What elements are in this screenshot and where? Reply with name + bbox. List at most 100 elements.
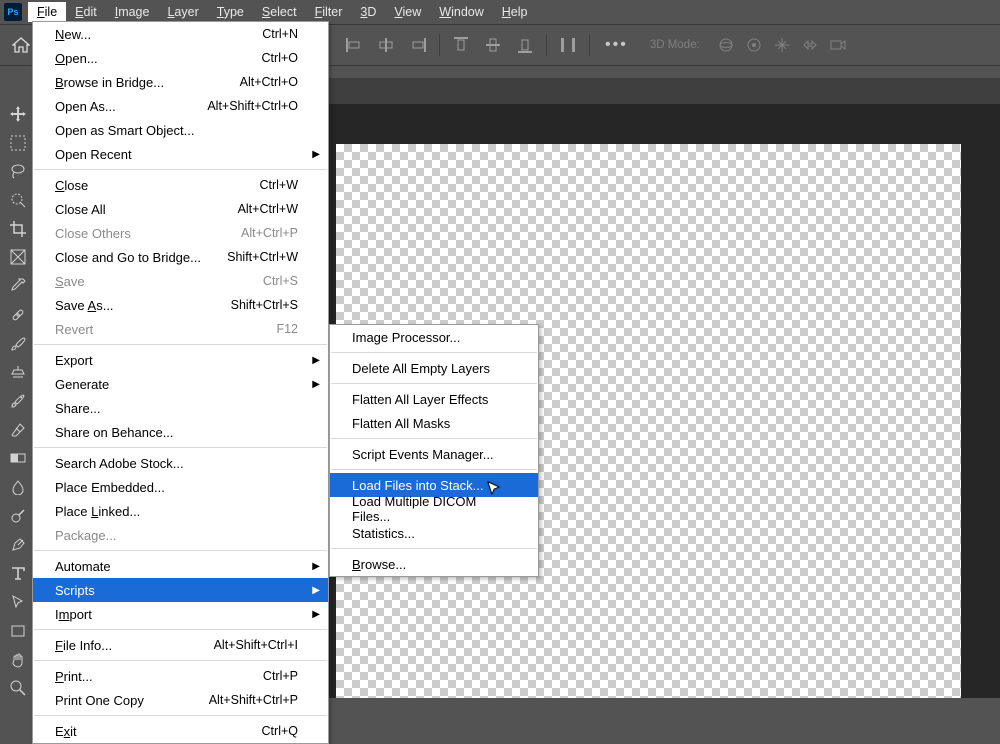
lasso-tool[interactable] bbox=[7, 161, 29, 181]
file-menu-save-as[interactable]: Save As...Shift+Ctrl+S bbox=[33, 293, 328, 317]
file-menu-scripts[interactable]: Scripts▶ bbox=[33, 578, 328, 602]
menu-item-label: Image Processor... bbox=[352, 330, 508, 345]
menu-shortcut: Ctrl+Q bbox=[262, 724, 298, 738]
file-menu-close[interactable]: CloseCtrl+W bbox=[33, 173, 328, 197]
submenu-arrow-icon: ▶ bbox=[312, 561, 320, 572]
file-menu-print-one-copy[interactable]: Print One CopyAlt+Shift+Ctrl+P bbox=[33, 688, 328, 712]
menu-item-label: Share... bbox=[55, 401, 298, 416]
file-menu-exit[interactable]: ExitCtrl+Q bbox=[33, 719, 328, 743]
file-menu-place-embedded[interactable]: Place Embedded... bbox=[33, 475, 328, 499]
file-menu-share-on-behance[interactable]: Share on Behance... bbox=[33, 420, 328, 444]
type-tool[interactable] bbox=[7, 564, 29, 584]
file-menu-place-linked[interactable]: Place Linked... bbox=[33, 499, 328, 523]
menubar-select[interactable]: Select bbox=[253, 2, 306, 22]
file-menu-open-as-smart-object[interactable]: Open as Smart Object... bbox=[33, 118, 328, 142]
file-menu-automate[interactable]: Automate▶ bbox=[33, 554, 328, 578]
file-menu-close-and-go-to-bridge[interactable]: Close and Go to Bridge...Shift+Ctrl+W bbox=[33, 245, 328, 269]
file-menu-close-all[interactable]: Close AllAlt+Ctrl+W bbox=[33, 197, 328, 221]
file-menu-export[interactable]: Export▶ bbox=[33, 348, 328, 372]
file-menu-file-info[interactable]: File Info...Alt+Shift+Ctrl+I bbox=[33, 633, 328, 657]
scripts-menu-load-multiple-dicom-files[interactable]: Load Multiple DICOM Files... bbox=[330, 497, 538, 521]
menu-shortcut: Ctrl+W bbox=[259, 178, 298, 192]
history-brush-tool[interactable] bbox=[7, 391, 29, 411]
orbit-icon[interactable] bbox=[714, 33, 738, 57]
submenu-arrow-icon: ▶ bbox=[312, 585, 320, 596]
submenu-arrow-icon: ▶ bbox=[312, 149, 320, 160]
menu-item-label: Package... bbox=[55, 528, 298, 543]
path-select-tool[interactable] bbox=[7, 592, 29, 612]
menu-separator bbox=[331, 548, 537, 549]
home-icon[interactable] bbox=[10, 34, 32, 56]
menubar-file[interactable]: File bbox=[28, 2, 66, 22]
roll-icon[interactable] bbox=[742, 33, 766, 57]
menubar-filter[interactable]: Filter bbox=[306, 2, 352, 22]
menubar-help[interactable]: Help bbox=[493, 2, 537, 22]
align-top-icon[interactable] bbox=[447, 31, 475, 59]
align-center-h-icon[interactable] bbox=[372, 31, 400, 59]
file-menu-open[interactable]: Open...Ctrl+O bbox=[33, 46, 328, 70]
more-options-icon[interactable]: ••• bbox=[597, 36, 636, 54]
app-logo: Ps bbox=[4, 3, 22, 21]
menubar-type[interactable]: Type bbox=[208, 2, 253, 22]
menu-separator bbox=[331, 438, 537, 439]
eraser-tool[interactable] bbox=[7, 420, 29, 440]
file-menu-search-adobe-stock[interactable]: Search Adobe Stock... bbox=[33, 451, 328, 475]
frame-tool[interactable] bbox=[7, 248, 29, 268]
zoom-tool[interactable] bbox=[7, 678, 29, 698]
file-menu-print[interactable]: Print...Ctrl+P bbox=[33, 664, 328, 688]
menu-item-label: Close Others bbox=[55, 226, 241, 241]
scripts-menu-delete-all-empty-layers[interactable]: Delete All Empty Layers bbox=[330, 356, 538, 380]
menu-shortcut: Ctrl+N bbox=[262, 27, 298, 41]
brush-tool[interactable] bbox=[7, 334, 29, 354]
move-tool[interactable] bbox=[7, 104, 29, 124]
menu-item-label: Script Events Manager... bbox=[352, 447, 508, 462]
file-menu-open-as[interactable]: Open As...Alt+Shift+Ctrl+O bbox=[33, 94, 328, 118]
pan-icon[interactable] bbox=[770, 33, 794, 57]
align-left-icon[interactable] bbox=[340, 31, 368, 59]
file-menu-share[interactable]: Share... bbox=[33, 396, 328, 420]
clone-stamp-tool[interactable] bbox=[7, 362, 29, 382]
camera-icon[interactable] bbox=[826, 33, 850, 57]
blur-tool[interactable] bbox=[7, 477, 29, 497]
dodge-tool[interactable] bbox=[7, 506, 29, 526]
scripts-menu-flatten-all-layer-effects[interactable]: Flatten All Layer Effects bbox=[330, 387, 538, 411]
file-menu-open-recent[interactable]: Open Recent▶ bbox=[33, 142, 328, 166]
align-bottom-icon[interactable] bbox=[511, 31, 539, 59]
file-menu-import[interactable]: Import▶ bbox=[33, 602, 328, 626]
menu-separator bbox=[34, 715, 327, 716]
file-menu-generate[interactable]: Generate▶ bbox=[33, 372, 328, 396]
scripts-menu-script-events-manager[interactable]: Script Events Manager... bbox=[330, 442, 538, 466]
menu-item-label: Flatten All Masks bbox=[352, 416, 508, 431]
menu-shortcut: Ctrl+P bbox=[263, 669, 298, 683]
menubar-3d[interactable]: 3D bbox=[351, 2, 385, 22]
rectangle-tool[interactable] bbox=[7, 621, 29, 641]
align-center-v-icon[interactable] bbox=[479, 31, 507, 59]
healing-tool[interactable] bbox=[7, 305, 29, 325]
distribute-icon[interactable] bbox=[554, 31, 582, 59]
menubar-image[interactable]: Image bbox=[106, 2, 159, 22]
align-right-icon[interactable] bbox=[404, 31, 432, 59]
marquee-tool[interactable] bbox=[7, 133, 29, 153]
eyedropper-tool[interactable] bbox=[7, 276, 29, 296]
menubar-layer[interactable]: Layer bbox=[158, 2, 207, 22]
file-menu-browse-in-bridge[interactable]: Browse in Bridge...Alt+Ctrl+O bbox=[33, 70, 328, 94]
crop-tool[interactable] bbox=[7, 219, 29, 239]
submenu-arrow-icon: ▶ bbox=[312, 355, 320, 366]
scripts-menu-statistics[interactable]: Statistics... bbox=[330, 521, 538, 545]
scripts-menu-image-processor[interactable]: Image Processor... bbox=[330, 325, 538, 349]
scripts-menu-flatten-all-masks[interactable]: Flatten All Masks bbox=[330, 411, 538, 435]
quick-select-tool[interactable] bbox=[7, 190, 29, 210]
menu-shortcut: Alt+Shift+Ctrl+O bbox=[207, 99, 298, 113]
pen-tool[interactable] bbox=[7, 535, 29, 555]
slide-icon[interactable] bbox=[798, 33, 822, 57]
menubar-edit[interactable]: Edit bbox=[66, 2, 106, 22]
menu-item-label: New... bbox=[55, 27, 262, 42]
file-menu-new[interactable]: New...Ctrl+N bbox=[33, 22, 328, 46]
menubar-view[interactable]: View bbox=[385, 2, 430, 22]
scripts-menu-browse[interactable]: Browse... bbox=[330, 552, 538, 576]
hand-tool[interactable] bbox=[7, 650, 29, 670]
menu-shortcut: Ctrl+O bbox=[262, 51, 298, 65]
gradient-tool[interactable] bbox=[7, 449, 29, 469]
menubar-window[interactable]: Window bbox=[430, 2, 492, 22]
file-menu-save: SaveCtrl+S bbox=[33, 269, 328, 293]
